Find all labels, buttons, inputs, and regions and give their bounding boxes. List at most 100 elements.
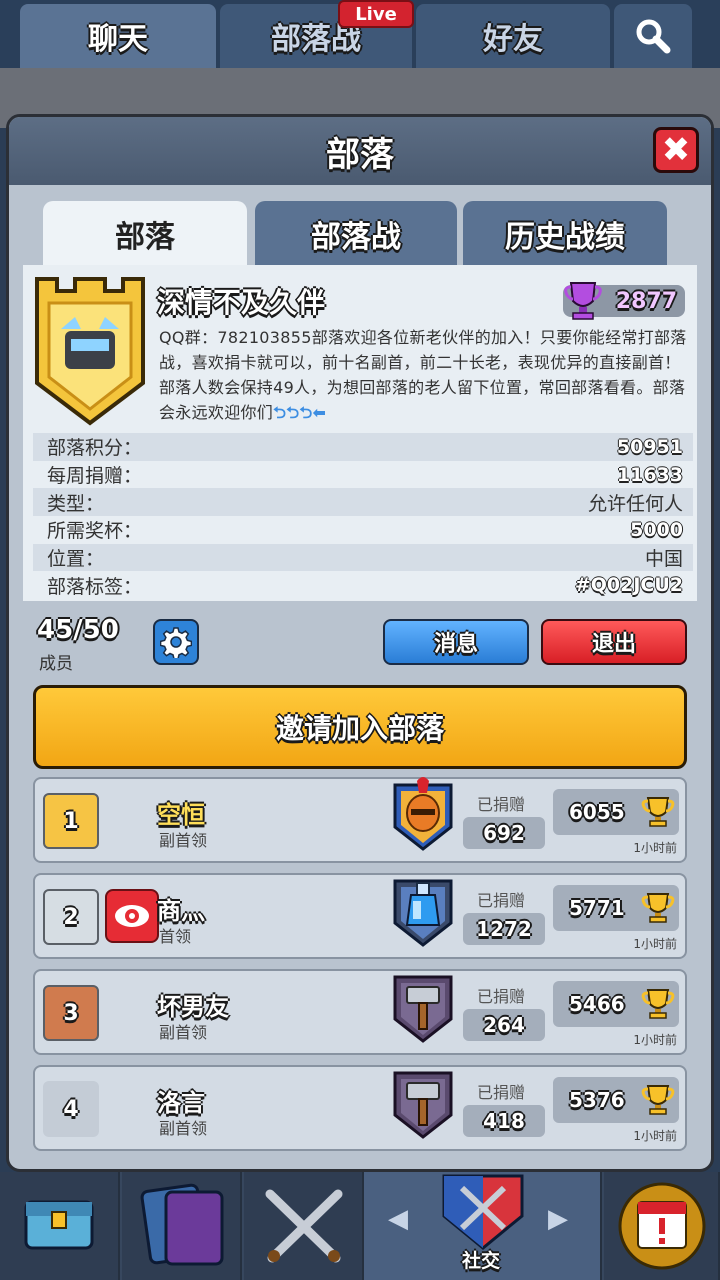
tab-clan[interactable]: 部落 <box>43 201 247 267</box>
nav-shop[interactable] <box>0 1172 120 1280</box>
last-seen: 1小时前 <box>633 1033 677 1047</box>
trophy-number: 5376 <box>569 1088 625 1112</box>
clan-description: QQ群：782103855部落欢迎各位新老伙伴的加入！只要你能经常打部落战，喜欢… <box>159 325 687 425</box>
member-trophies: 6055 <box>553 789 679 835</box>
clan-badge-icon <box>35 277 145 426</box>
nav-social-label: 社交 <box>461 1250 500 1272</box>
hammer-arena-icon <box>393 1071 453 1139</box>
knight-arena-icon <box>393 777 453 851</box>
stat-row-donations: 每周捐赠： 11633 <box>33 461 693 489</box>
rank-badge: 2 <box>43 889 99 945</box>
search-button[interactable] <box>614 4 692 68</box>
clan-name: 深情不及久伴 <box>157 286 326 319</box>
invite-button-label: 邀请加入部落 <box>275 712 444 745</box>
member-row[interactable]: 4 洛言 副首领 已捐赠 418 5376 1小时前 <box>33 1065 687 1151</box>
member-row[interactable]: 2 商灬 首领 已捐赠 1272 5771 1小时前 <box>33 873 687 959</box>
back-arrows-icon: ⮌⮌⮌⬅ <box>273 403 327 422</box>
last-seen: 1小时前 <box>633 841 677 855</box>
member-role: 首领 <box>159 927 192 946</box>
donated-label: 已捐赠 <box>477 1083 526 1102</box>
live-badge: Live <box>338 0 414 28</box>
stat-label: 每周捐赠： <box>47 465 143 488</box>
nav-cards[interactable] <box>122 1172 242 1280</box>
donated-value: 264 <box>463 1009 545 1041</box>
donated-number: 692 <box>483 821 525 845</box>
tab-history[interactable]: 历史战绩 <box>463 201 667 267</box>
tab-clan-war-inner[interactable]: 部落战 <box>255 201 457 267</box>
member-role: 副首领 <box>159 1119 208 1138</box>
rank-number: 3 <box>63 1000 79 1026</box>
nav-battle[interactable] <box>244 1172 364 1280</box>
stat-value: 中国 <box>644 548 683 571</box>
tab-clan-label: 部落 <box>115 220 175 255</box>
stat-row-type: 类型： 允许任何人 <box>33 488 693 517</box>
stat-value: 11633 <box>616 463 683 486</box>
clan-description-text: QQ群：782103855部落欢迎各位新老伙伴的加入！只要你能经常打部落战，喜欢… <box>159 328 687 422</box>
member-trophies: 5466 <box>553 981 679 1027</box>
rank-number: 4 <box>63 1096 79 1122</box>
stat-row-tag: 部落标签： #Q02JCU2 <box>33 571 693 599</box>
rank-badge: 3 <box>43 985 99 1041</box>
search-icon <box>636 19 671 54</box>
donated-label: 已捐赠 <box>477 891 526 910</box>
potion-arena-icon <box>393 879 453 947</box>
donated-label: 已捐赠 <box>477 795 526 814</box>
clan-stats: 部落积分： 50951 每周捐赠： 11633 类型： 允许任何人 所需奖杯： 5000… <box>33 433 693 599</box>
rank-badge: 4 <box>43 1081 99 1137</box>
bottom-nav: ◀ ▶ <box>0 1172 720 1280</box>
exit-button-label: 退出 <box>591 632 636 657</box>
stat-value: 50951 <box>616 435 683 458</box>
rank-badge: 1 <box>43 793 99 849</box>
members-bar: 45/50 成员 消息 退出 <box>23 613 697 675</box>
stat-value: 5000 <box>630 518 683 541</box>
nav-events[interactable] <box>604 1172 720 1280</box>
stat-row-required-trophies: 所需奖杯： 5000 <box>33 516 693 544</box>
settings-button[interactable] <box>153 619 199 665</box>
stat-label: 类型： <box>47 492 105 515</box>
tab-chat[interactable]: 聊天 <box>20 4 216 68</box>
tab-friends-label: 好友 <box>483 22 543 57</box>
member-name: 空恒 <box>157 801 205 829</box>
member-role: 副首领 <box>159 831 208 850</box>
stat-label: 部落标签： <box>47 575 143 598</box>
tab-clan-war-inner-label: 部落战 <box>311 220 401 255</box>
trophy-number: 5771 <box>569 896 625 920</box>
eye-button[interactable] <box>105 889 159 943</box>
stat-value: #Q02JCU2 <box>574 574 683 597</box>
inner-tabs: 部落 部落战 历史战绩 <box>23 201 697 267</box>
clan-info-panel: 深情不及久伴 2877 QQ群：782103855部落欢迎各位新老伙伴的加入！只… <box>23 265 697 601</box>
last-seen: 1小时前 <box>633 1129 677 1143</box>
donated-value: 1272 <box>463 913 545 945</box>
exit-button[interactable]: 退出 <box>541 619 687 665</box>
donated-value: 418 <box>463 1105 545 1137</box>
clan-shield-icon <box>442 1174 524 1250</box>
tab-chat-label: 聊天 <box>88 22 148 57</box>
stat-label: 部落积分： <box>47 437 143 460</box>
gold-trophy-icon <box>641 893 675 923</box>
tab-friends[interactable]: 好友 <box>416 4 610 68</box>
clan-trophies: 2877 <box>615 288 677 314</box>
invite-button[interactable]: 邀请加入部落 <box>33 685 687 769</box>
stat-row-score: 部落积分： 50951 <box>33 433 693 461</box>
donated-number: 1272 <box>476 917 532 941</box>
member-trophies: 5376 <box>553 1077 679 1123</box>
stat-value: 允许任何人 <box>587 492 683 515</box>
rank-number: 1 <box>63 808 79 834</box>
member-role: 副首领 <box>159 1023 208 1042</box>
close-button[interactable]: ✖ <box>653 127 699 173</box>
modal-title: 部落 <box>326 134 394 175</box>
member-label: 成员 <box>39 654 73 674</box>
member-row[interactable]: 3 坏男友 副首领 已捐赠 264 5466 1小时前 <box>33 969 687 1055</box>
swords-icon <box>265 1189 343 1263</box>
chevron-left-icon: ◀ <box>388 1204 408 1234</box>
member-name: 洛言 <box>157 1089 205 1117</box>
donated-number: 418 <box>483 1109 525 1133</box>
message-button[interactable]: 消息 <box>383 619 529 665</box>
rank-number: 2 <box>63 904 79 930</box>
cards-icon <box>140 1183 224 1266</box>
tab-history-label: 历史战绩 <box>505 220 625 255</box>
trophy-number: 6055 <box>569 800 625 824</box>
member-row[interactable]: 1 空恒 副首领 已捐赠 692 6055 1小时前 <box>33 777 687 863</box>
top-tab-bar: 聊天 部落战 好友 Live <box>0 0 720 68</box>
member-name: 坏男友 <box>157 993 229 1021</box>
